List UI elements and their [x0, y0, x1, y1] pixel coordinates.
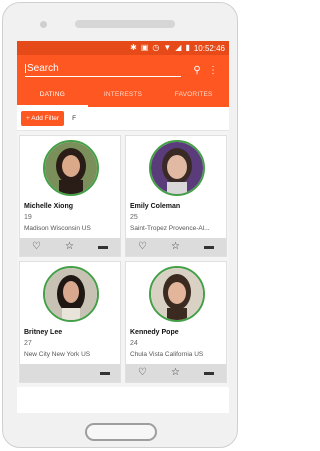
filter-chip[interactable]: F — [72, 115, 76, 122]
profile-name: Emily Coleman — [130, 203, 181, 210]
profile-age: 25 — [130, 214, 138, 221]
profile-age: 19 — [24, 214, 32, 221]
card-actions: ▬ — [20, 364, 120, 382]
profile-location: Chula Vista California US — [130, 351, 204, 358]
favorite-star-icon[interactable]: ☆ — [65, 242, 74, 252]
avatar — [43, 266, 99, 322]
wifi-icon: ▼ — [163, 43, 172, 52]
profile-card[interactable]: Michelle Xiong 19 Madison Wisconsin US ♡… — [19, 135, 121, 257]
tab-favorites[interactable]: FAVORITES — [158, 85, 229, 107]
home-button[interactable] — [85, 423, 157, 441]
profile-name: Kennedy Pope — [130, 329, 179, 336]
profile-card[interactable]: Kennedy Pope 24 Chula Vista California U… — [125, 261, 227, 383]
tab-dating[interactable]: DATING — [17, 85, 88, 107]
profile-location: Madison Wisconsin US — [24, 225, 91, 232]
app-bar: Search ⚲ ⋮ — [17, 55, 229, 85]
profile-location: Saint-Tropez Provence-Al... — [130, 225, 210, 232]
message-icon[interactable]: ▬ — [204, 242, 214, 252]
profile-location: New City New York US — [24, 351, 91, 358]
favorite-star-icon[interactable]: ☆ — [171, 242, 180, 252]
avatar — [149, 266, 205, 322]
like-heart-icon[interactable]: ♡ — [138, 242, 147, 252]
avatar — [149, 140, 205, 196]
tab-bar: DATING INTERESTS FAVORITES — [17, 85, 229, 107]
card-actions: ♡ ☆ ▬ — [126, 364, 226, 382]
profile-name: Michelle Xiong — [24, 203, 74, 210]
message-icon[interactable]: ▬ — [204, 368, 214, 378]
like-heart-icon[interactable]: ♡ — [32, 242, 41, 252]
app-screen: ✱ ▣ ◷ ▼ ◢ ▮ 10:52:46 Search ⚲ ⋮ DATING I… — [17, 41, 229, 413]
profile-card[interactable]: Britney Lee 27 New City New York US ▬ — [19, 261, 121, 383]
search-icon[interactable]: ⚲ — [189, 65, 205, 76]
profile-age: 24 — [130, 340, 138, 347]
profile-age: 27 — [24, 340, 32, 347]
message-icon[interactable]: ▬ — [98, 242, 108, 252]
phone-frame: ✱ ▣ ◷ ▼ ◢ ▮ 10:52:46 Search ⚲ ⋮ DATING I… — [2, 2, 238, 448]
speaker-grille — [75, 20, 175, 28]
like-heart-icon[interactable]: ♡ — [138, 368, 147, 378]
message-icon[interactable]: ▬ — [100, 368, 110, 378]
search-placeholder: Search — [27, 63, 59, 74]
add-filter-button[interactable]: + Add Filter — [21, 111, 65, 126]
overflow-menu-icon[interactable]: ⋮ — [205, 65, 221, 76]
card-actions: ♡ ☆ ▬ — [126, 238, 226, 256]
battery-icon: ▮ — [185, 43, 190, 52]
front-camera — [40, 21, 47, 28]
bluetooth-icon: ✱ — [130, 43, 137, 52]
search-input[interactable]: Search — [25, 63, 181, 77]
filter-bar: + Add Filter F — [17, 107, 229, 131]
status-bar: ✱ ▣ ◷ ▼ ◢ ▮ 10:52:46 — [17, 41, 229, 55]
card-actions: ♡ ☆ ▬ — [20, 238, 120, 256]
profile-card[interactable]: Emily Coleman 25 Saint-Tropez Provence-A… — [125, 135, 227, 257]
profile-name: Britney Lee — [24, 329, 63, 336]
alarm-icon: ◷ — [152, 43, 160, 52]
status-time: 10:52:46 — [193, 43, 225, 53]
tab-interests[interactable]: INTERESTS — [88, 85, 159, 107]
vibrate-icon: ▣ — [140, 43, 149, 52]
favorite-star-icon[interactable]: ☆ — [171, 368, 180, 378]
profile-grid: Michelle Xiong 19 Madison Wisconsin US ♡… — [17, 131, 229, 387]
avatar — [43, 140, 99, 196]
signal-icon: ◢ — [175, 43, 182, 52]
